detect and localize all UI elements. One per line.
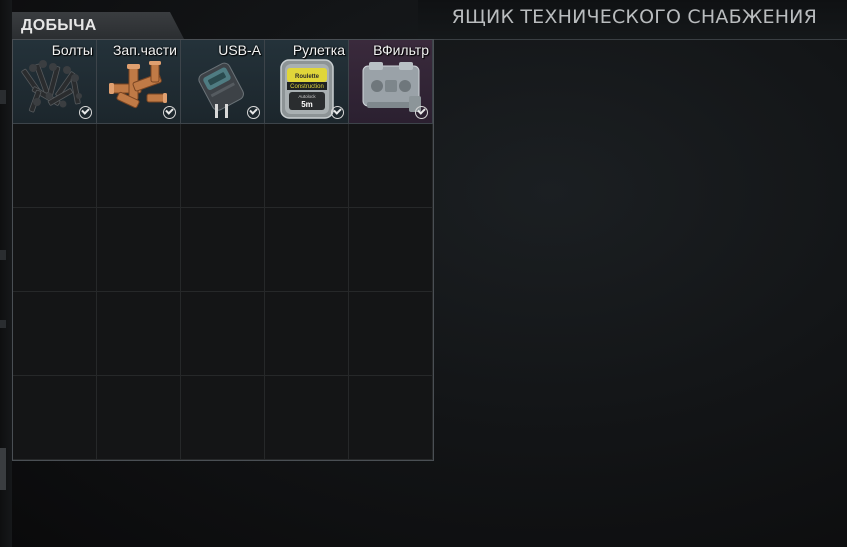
empty-slot[interactable] (97, 124, 181, 208)
found-in-raid-check-icon (79, 106, 92, 119)
item-label: USB-A (218, 42, 261, 58)
empty-slot[interactable] (181, 376, 265, 460)
found-in-raid-check-icon (163, 106, 176, 119)
container-title: ЯЩИК ТЕХНИЧЕСКОГО СНАБЖЕНИЯ (451, 6, 817, 28)
loot-item-tape-measure[interactable]: Рулетка Roulette Construction Autolock 5… (265, 40, 349, 124)
empty-slot[interactable] (265, 376, 349, 460)
empty-slot[interactable] (181, 208, 265, 292)
left-edge-panel (0, 0, 12, 547)
item-label: Зап.части (112, 42, 177, 58)
found-in-raid-check-icon (415, 106, 428, 119)
found-in-raid-check-icon (247, 106, 260, 119)
tape-brand-text: Roulette (295, 74, 320, 80)
empty-slot[interactable] (349, 208, 433, 292)
empty-slot[interactable] (265, 208, 349, 292)
empty-slot[interactable] (13, 208, 97, 292)
loot-title: ДОБЫЧА (21, 17, 97, 34)
loot-item-air-filter[interactable]: ВФильтр (349, 40, 433, 124)
empty-slot[interactable] (349, 292, 433, 376)
empty-slot[interactable] (13, 292, 97, 376)
empty-slot[interactable] (265, 124, 349, 208)
loot-item-spare-parts[interactable]: Зап.части (97, 40, 181, 124)
loot-grid: Болты Зап.части USB-A Рулетка Roulette C… (12, 39, 434, 461)
empty-slot[interactable] (97, 376, 181, 460)
item-label: Рулетка (292, 42, 345, 58)
loot-header-tab: ДОБЫЧА (12, 12, 184, 39)
tape-length-text: 5m (301, 100, 313, 109)
tape-sub-text: Autolock (298, 94, 316, 99)
empty-slot[interactable] (265, 292, 349, 376)
loot-item-bolts[interactable]: Болты (13, 40, 97, 124)
container-header-bar: ЯЩИК ТЕХНИЧЕСКОГО СНАБЖЕНИЯ (418, 0, 847, 40)
empty-slot[interactable] (97, 208, 181, 292)
empty-slot[interactable] (97, 292, 181, 376)
item-label: ВФильтр (373, 42, 429, 58)
loot-item-usb-a[interactable]: USB-A (181, 40, 265, 124)
empty-slot[interactable] (13, 376, 97, 460)
empty-slot[interactable] (181, 292, 265, 376)
item-label: Болты (51, 42, 93, 58)
empty-slot[interactable] (349, 124, 433, 208)
empty-slot[interactable] (181, 124, 265, 208)
tape-model-text: Construction (290, 84, 324, 90)
found-in-raid-check-icon (331, 106, 344, 119)
empty-slot[interactable] (349, 376, 433, 460)
empty-slot[interactable] (13, 124, 97, 208)
